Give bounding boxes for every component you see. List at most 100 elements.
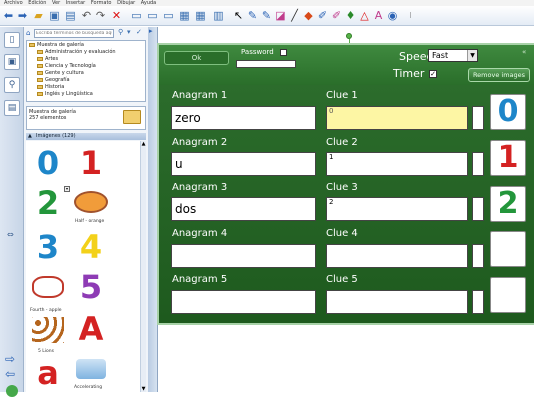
- paint-icon[interactable]: ♦: [344, 9, 357, 22]
- collapse-header-icon[interactable]: «: [522, 48, 526, 56]
- tree-item[interactable]: Administración y evaluación: [37, 49, 116, 55]
- gallery-options-icon[interactable]: ✓: [136, 28, 142, 36]
- eraser-icon[interactable]: ◪: [274, 9, 287, 22]
- new-page-icon[interactable]: ▤: [64, 9, 77, 22]
- clue-1-input[interactable]: 0: [326, 106, 468, 130]
- collection-header[interactable]: Muestra de galería 257 elementos: [26, 106, 146, 130]
- select-arrow-icon[interactable]: ↖: [232, 9, 245, 22]
- line-icon[interactable]: ╱: [288, 9, 301, 22]
- attachments-tab-icon[interactable]: ⚲: [4, 77, 20, 93]
- monitor-icon[interactable]: ▭: [162, 9, 175, 22]
- properties-icon[interactable]: ◉: [386, 9, 399, 22]
- speed-select[interactable]: Fast ▼: [428, 49, 478, 62]
- gallery-search-input[interactable]: [34, 29, 114, 38]
- scroll-down-icon[interactable]: ▼: [141, 386, 146, 392]
- anagram-activity[interactable]: Ok Password Speed Fast ▼ Timer ✓ Remove …: [157, 43, 534, 325]
- screen-shade-icon[interactable]: ▭: [130, 9, 143, 22]
- row-4-side-slot[interactable]: [472, 244, 484, 268]
- highlighter-icon[interactable]: ✐: [330, 9, 343, 22]
- fourth-apple-image[interactable]: [32, 276, 64, 298]
- display-icon[interactable]: ▭: [146, 9, 159, 22]
- row-5-side-slot[interactable]: [472, 290, 484, 314]
- thumb-five[interactable]: 5: [74, 269, 108, 305]
- anagram-3-input[interactable]: dos: [171, 197, 316, 221]
- tree-item[interactable]: Inglés y Lingüística: [37, 91, 93, 97]
- resize-arrows-icon[interactable]: ⇔: [7, 230, 14, 239]
- forward-arrow-icon[interactable]: ➡: [16, 9, 29, 22]
- move-sidebar-right-icon[interactable]: ⇨: [5, 352, 15, 366]
- table-icon[interactable]: ▦: [194, 9, 207, 22]
- anagram-1-input[interactable]: zero: [171, 106, 316, 130]
- clue-2-input[interactable]: 1: [326, 152, 468, 176]
- text-icon[interactable]: A: [372, 9, 385, 22]
- clue-4-input[interactable]: [326, 244, 468, 268]
- tree-item[interactable]: Artes: [37, 56, 58, 62]
- image-slot-3[interactable]: 2: [490, 186, 526, 222]
- timer-checkbox[interactable]: ✓: [429, 70, 437, 78]
- thumb-letter-a[interactable]: A: [74, 311, 108, 347]
- images-section-header[interactable]: ▲ Imágenes (129): [26, 133, 146, 140]
- remove-images-button[interactable]: Remove images: [468, 68, 530, 82]
- image-slot-2[interactable]: 1: [490, 140, 526, 176]
- half-orange-image[interactable]: [74, 191, 108, 213]
- autohide-icon[interactable]: [6, 385, 18, 397]
- toolbar-more-icon[interactable]: ⁝: [404, 9, 417, 22]
- tree-root[interactable]: Muestra de galería: [29, 42, 84, 48]
- page-sorter-tab-icon[interactable]: ▯: [4, 32, 20, 48]
- gallery-home-icon[interactable]: ⌂: [26, 29, 30, 37]
- password-checkbox[interactable]: [280, 49, 287, 56]
- pen-icon[interactable]: ✎: [246, 9, 259, 22]
- thumb-menu-icon[interactable]: ▾: [64, 186, 70, 192]
- clue-3-input[interactable]: 2: [326, 197, 468, 221]
- side-tab-rail: ▯ ▣ ⚲ ▤ ⇔ ⇨ ⇦: [0, 27, 24, 397]
- anagram-4-input[interactable]: [171, 244, 316, 268]
- tree-item[interactable]: Geografía: [37, 77, 70, 83]
- anagram-5-input[interactable]: [171, 290, 316, 314]
- image-slot-5[interactable]: [490, 277, 526, 313]
- password-input[interactable]: [236, 60, 296, 68]
- row-1-side-slot[interactable]: [472, 106, 484, 130]
- creative-pen-icon[interactable]: ✎: [260, 9, 273, 22]
- redo-icon[interactable]: ↷: [94, 9, 107, 22]
- chevron-down-icon[interactable]: ▼: [467, 50, 477, 61]
- scroll-up-icon[interactable]: ▲: [141, 141, 146, 147]
- row-3-side-slot[interactable]: [472, 197, 484, 221]
- thumb-letter-a-lower[interactable]: a: [30, 355, 66, 391]
- row-2-side-slot[interactable]: [472, 152, 484, 176]
- properties-tab-icon[interactable]: ▤: [4, 100, 20, 116]
- ok-button[interactable]: Ok: [164, 51, 229, 65]
- anagram-2-input[interactable]: u: [171, 152, 316, 176]
- gallery-tab-icon[interactable]: ▣: [4, 54, 20, 70]
- clue-5-input[interactable]: [326, 290, 468, 314]
- back-arrow-icon[interactable]: ⬅: [2, 9, 15, 22]
- magic-pen-icon[interactable]: ✐: [316, 9, 329, 22]
- tree-item[interactable]: Historia: [37, 84, 64, 90]
- tree-item[interactable]: Ciencia y Tecnología: [37, 63, 96, 69]
- move-sidebar-left-icon[interactable]: ⇦: [5, 367, 15, 381]
- delete-icon[interactable]: ✕: [110, 9, 123, 22]
- folder-icon: [37, 63, 43, 68]
- folder-icon: [37, 49, 43, 54]
- shapes-icon[interactable]: △: [358, 9, 371, 22]
- accelerating-image[interactable]: [76, 359, 106, 379]
- open-folder-icon[interactable]: ▰: [32, 9, 45, 22]
- camera-icon[interactable]: ▦: [178, 9, 191, 22]
- thumb-one[interactable]: 1: [74, 145, 108, 181]
- gallery-scrollbar[interactable]: ▲ ▼: [140, 141, 146, 392]
- five-lions-image[interactable]: [32, 317, 64, 343]
- thumb-caption: Fourth - apple: [30, 308, 62, 313]
- save-icon[interactable]: ▣: [48, 9, 61, 22]
- fill-icon[interactable]: ◆: [302, 9, 315, 22]
- strip-arrow-icon[interactable]: ▸: [149, 27, 153, 35]
- thumb-four[interactable]: 4: [74, 229, 108, 265]
- dropdown-icon[interactable]: ▾: [127, 28, 131, 36]
- thumb-three[interactable]: 3: [30, 229, 66, 265]
- undo-icon[interactable]: ↶: [80, 9, 93, 22]
- grid-icon[interactable]: ▥: [212, 9, 225, 22]
- thumb-zero[interactable]: 0: [30, 145, 66, 181]
- image-slot-1[interactable]: 0: [490, 94, 526, 130]
- search-icon[interactable]: ⚲: [118, 28, 123, 36]
- tree-item[interactable]: Gente y cultura: [37, 70, 84, 76]
- image-slot-4[interactable]: [490, 231, 526, 267]
- thumb-two[interactable]: 2: [30, 185, 66, 221]
